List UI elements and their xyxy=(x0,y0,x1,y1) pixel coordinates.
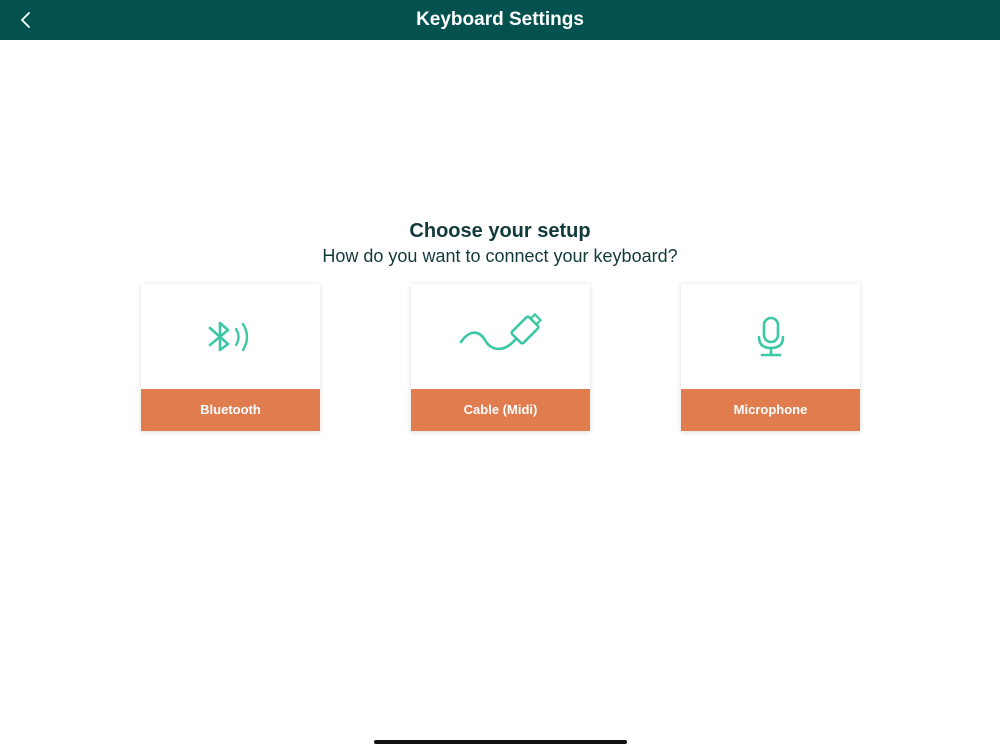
page-title: Keyboard Settings xyxy=(416,9,584,30)
cable-option-card[interactable]: Cable (Midi) xyxy=(411,284,590,431)
setup-heading: Choose your setup xyxy=(409,220,591,242)
setup-subheading: How do you want to connect your keyboard… xyxy=(322,246,678,266)
home-indicator[interactable] xyxy=(374,740,627,744)
microphone-icon xyxy=(757,316,784,356)
microphone-option-label: Microphone xyxy=(681,389,860,431)
microphone-option-card[interactable]: Microphone xyxy=(681,284,860,431)
bluetooth-option-card[interactable]: Bluetooth xyxy=(141,284,320,431)
cable-option-label: Cable (Midi) xyxy=(411,389,590,431)
header-bar: Keyboard Settings xyxy=(0,0,1000,40)
cable-icon xyxy=(459,312,542,350)
bluetooth-option-label: Bluetooth xyxy=(141,389,320,431)
bluetooth-icon xyxy=(208,321,248,351)
